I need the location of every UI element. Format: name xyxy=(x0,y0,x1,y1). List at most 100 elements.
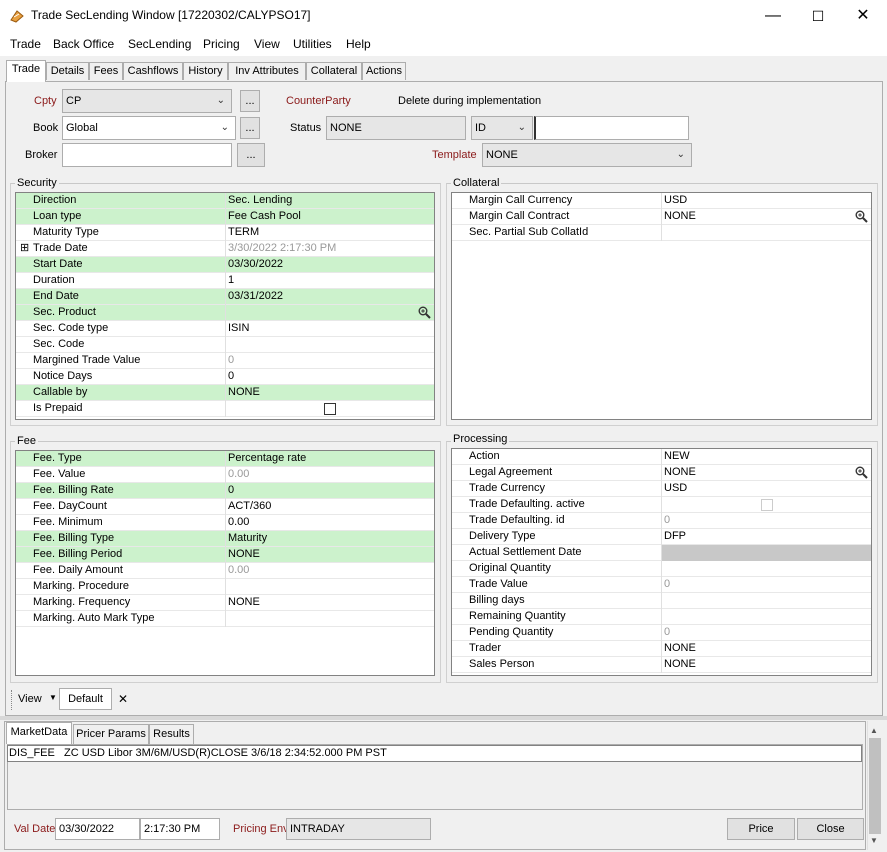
fee-row-value[interactable]: 0.00 xyxy=(225,563,434,579)
processing-row-value[interactable]: NONE xyxy=(661,641,871,657)
fee-row[interactable]: Fee. Type Percentage rate xyxy=(16,451,434,467)
security-row[interactable]: Notice Days 0 xyxy=(16,369,434,385)
processing-row[interactable]: Trade Defaulting. active xyxy=(452,497,871,513)
menu-help[interactable]: Help xyxy=(346,37,371,51)
menu-utilities[interactable]: Utilities xyxy=(293,37,332,51)
view-default-tab[interactable]: Default xyxy=(59,688,112,710)
fee-row[interactable]: Fee. Minimum 0.00 xyxy=(16,515,434,531)
processing-row[interactable]: Pending Quantity 0 xyxy=(452,625,871,641)
processing-row[interactable]: Actual Settlement Date xyxy=(452,545,871,561)
fee-row[interactable]: Fee. Billing Period NONE xyxy=(16,547,434,563)
processing-row[interactable]: Sales Person NONE xyxy=(452,657,871,673)
processing-row-value[interactable] xyxy=(661,593,871,609)
security-row-value[interactable]: ISIN xyxy=(225,321,434,337)
processing-row-value[interactable]: USD xyxy=(661,481,871,497)
expand-icon[interactable]: ⊞ xyxy=(20,241,29,256)
processing-row[interactable]: Trade Currency USD xyxy=(452,481,871,497)
broker-input[interactable] xyxy=(62,143,232,167)
security-row[interactable]: Direction Sec. Lending xyxy=(16,193,434,209)
menu-pricing[interactable]: Pricing xyxy=(203,37,240,51)
minimize-button[interactable]: — xyxy=(750,0,796,32)
close-window-button[interactable]: ✕ xyxy=(840,0,886,32)
security-row[interactable]: Callable by NONE xyxy=(16,385,434,401)
scroll-down-icon[interactable]: ▼ xyxy=(870,836,878,845)
collateral-row[interactable]: Sec. Partial Sub CollatId xyxy=(452,225,871,241)
cpty-ellipsis-button[interactable]: ... xyxy=(240,90,260,112)
processing-row-value[interactable]: DFP xyxy=(661,529,871,545)
scroll-thumb[interactable] xyxy=(869,738,881,834)
tab-fees[interactable]: Fees xyxy=(89,62,123,80)
fee-row[interactable]: Marking. Procedure xyxy=(16,579,434,595)
magnifier-icon[interactable] xyxy=(855,466,868,479)
price-button[interactable]: Price xyxy=(727,818,795,840)
fee-row-value[interactable]: 0 xyxy=(225,483,434,499)
security-row-value[interactable]: Fee Cash Pool xyxy=(225,209,434,225)
fee-row-value[interactable]: Maturity xyxy=(225,531,434,547)
fee-row-value[interactable]: Percentage rate xyxy=(225,451,434,467)
collateral-row-value[interactable] xyxy=(661,225,871,241)
close-button[interactable]: Close xyxy=(797,818,864,840)
security-row-value[interactable]: 0 xyxy=(225,353,434,369)
template-combo[interactable]: NONE ⌄ xyxy=(482,143,692,167)
fee-row[interactable]: Fee. Billing Type Maturity xyxy=(16,531,434,547)
security-row-value[interactable]: 0 xyxy=(225,369,434,385)
view-dropdown[interactable]: View xyxy=(18,693,42,705)
id-type-combo[interactable]: ID ⌄ xyxy=(471,116,533,140)
tab-pricer-params[interactable]: Pricer Params xyxy=(73,724,149,744)
val-date-input[interactable]: 03/30/2022 xyxy=(55,818,140,840)
fee-row[interactable]: Marking. Auto Mark Type xyxy=(16,611,434,627)
security-row-value[interactable]: 03/30/2022 xyxy=(225,257,434,273)
tab-collateral[interactable]: Collateral xyxy=(306,62,362,80)
processing-row[interactable]: Original Quantity xyxy=(452,561,871,577)
security-row[interactable]: End Date 03/31/2022 xyxy=(16,289,434,305)
menu-trade[interactable]: Trade xyxy=(10,37,41,51)
security-row[interactable]: Duration 1 xyxy=(16,273,434,289)
fee-row-value[interactable]: 0.00 xyxy=(225,515,434,531)
fee-row[interactable]: Fee. Daily Amount 0.00 xyxy=(16,563,434,579)
processing-row-value[interactable] xyxy=(661,545,871,561)
tab-marketdata[interactable]: MarketData xyxy=(6,722,72,744)
fee-row-value[interactable]: NONE xyxy=(225,547,434,563)
security-row-value[interactable]: 3/30/2022 2:17:30 PM xyxy=(225,241,434,257)
security-row-value[interactable] xyxy=(225,305,434,321)
security-row[interactable]: Is Prepaid xyxy=(16,401,434,417)
processing-row[interactable]: Delivery Type DFP xyxy=(452,529,871,545)
tab-cashflows[interactable]: Cashflows xyxy=(123,62,183,80)
tab-results[interactable]: Results xyxy=(149,724,194,744)
magnifier-icon[interactable] xyxy=(855,210,868,223)
scroll-up-icon[interactable]: ▲ xyxy=(870,726,878,735)
menu-back-office[interactable]: Back Office xyxy=(53,37,114,51)
security-row-value[interactable]: TERM xyxy=(225,225,434,241)
security-row[interactable]: Sec. Code xyxy=(16,337,434,353)
security-row[interactable]: Margined Trade Value 0 xyxy=(16,353,434,369)
cpty-combo[interactable]: CP ⌄ xyxy=(62,89,232,113)
magnifier-icon[interactable] xyxy=(418,306,431,319)
processing-row[interactable]: Action NEW xyxy=(452,449,871,465)
processing-row-value[interactable] xyxy=(661,561,871,577)
processing-row[interactable]: Trader NONE xyxy=(452,641,871,657)
collateral-row[interactable]: Margin Call Contract NONE xyxy=(452,209,871,225)
book-ellipsis-button[interactable]: ... xyxy=(240,117,260,139)
processing-row[interactable]: Remaining Quantity xyxy=(452,609,871,625)
security-row-value[interactable]: 03/31/2022 xyxy=(225,289,434,305)
security-row-value[interactable]: 1 xyxy=(225,273,434,289)
security-row-value[interactable]: NONE xyxy=(225,385,434,401)
id-input[interactable] xyxy=(534,116,689,140)
processing-row-value[interactable]: NONE xyxy=(661,657,871,673)
collateral-row[interactable]: Margin Call Currency USD xyxy=(452,193,871,209)
security-row[interactable]: Sec. Code type ISIN xyxy=(16,321,434,337)
pricing-env-field[interactable]: INTRADAY xyxy=(286,818,431,840)
security-row[interactable]: ⊞ Trade Date 3/30/2022 2:17:30 PM xyxy=(16,241,434,257)
fee-row-value[interactable]: NONE xyxy=(225,595,434,611)
tab-history[interactable]: History xyxy=(183,62,228,80)
tab-actions[interactable]: Actions xyxy=(362,62,406,80)
fee-row-value[interactable]: ACT/360 xyxy=(225,499,434,515)
security-row[interactable]: Start Date 03/30/2022 xyxy=(16,257,434,273)
security-row-value[interactable]: Sec. Lending xyxy=(225,193,434,209)
caret-down-icon[interactable]: ▼ xyxy=(49,693,57,702)
fee-row[interactable]: Fee. Billing Rate 0 xyxy=(16,483,434,499)
book-combo[interactable]: Global ⌄ xyxy=(62,116,236,140)
checkbox[interactable] xyxy=(324,403,336,415)
fee-row-value[interactable] xyxy=(225,611,434,627)
fee-row[interactable]: Fee. DayCount ACT/360 xyxy=(16,499,434,515)
